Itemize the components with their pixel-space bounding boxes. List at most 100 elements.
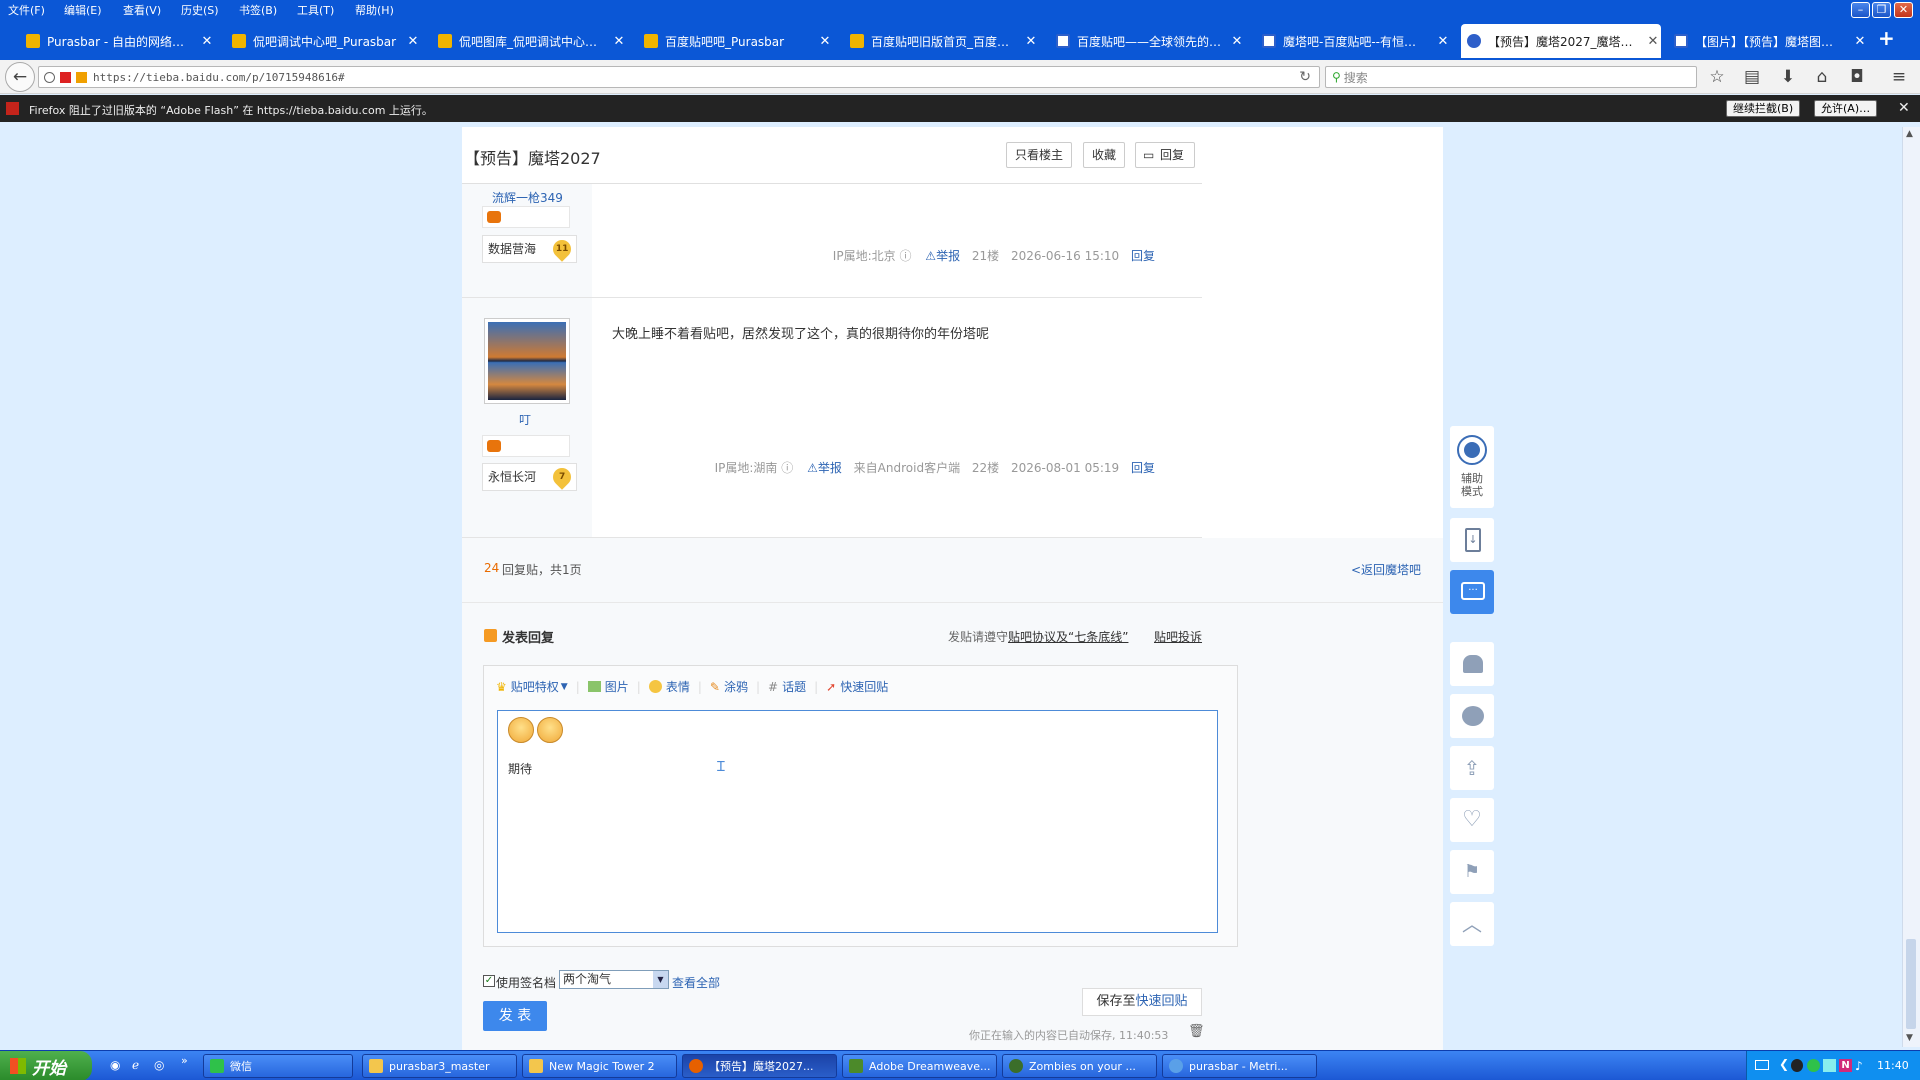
topic-button[interactable]: 话题 xyxy=(782,678,806,695)
tab-5[interactable]: 百度贴吧旧版首页_百度… ✕ xyxy=(844,24,1039,58)
menu-view[interactable]: 查看(V) xyxy=(123,2,161,18)
close-notification-icon[interactable]: ✕ xyxy=(1898,100,1910,116)
taskbar-item-wechat[interactable]: 微信 xyxy=(203,1054,353,1078)
close-tab-icon[interactable]: ✕ xyxy=(611,34,627,49)
onenote-icon[interactable]: N xyxy=(1839,1059,1852,1072)
reply-link[interactable]: 回复 xyxy=(1131,461,1155,475)
continue-block-button[interactable]: 继续拦截(B) xyxy=(1726,100,1801,117)
close-tab-icon[interactable]: ✕ xyxy=(1435,34,1451,49)
taskbar-item-game[interactable]: Zombies on your ... xyxy=(1002,1054,1157,1078)
chevron-more-icon[interactable]: » xyxy=(181,1054,188,1067)
reply-button[interactable]: ▭ 回复 xyxy=(1135,142,1195,168)
show-desktop-icon[interactable]: ◉ xyxy=(110,1058,120,1072)
minimize-button[interactable]: – xyxy=(1851,2,1870,18)
hamburger-menu-icon[interactable]: ≡ xyxy=(1888,67,1910,87)
help-circle-icon[interactable]: ⓘ xyxy=(899,249,911,263)
member-badge[interactable]: 永恒长河 7 xyxy=(482,463,577,491)
warning-icon[interactable] xyxy=(76,71,87,83)
pocket-icon[interactable]: ◘ xyxy=(1846,67,1868,87)
dropdown-arrow-icon[interactable]: ▼ xyxy=(561,682,568,692)
reply-link[interactable]: 回复 xyxy=(1131,249,1155,263)
close-tab-icon[interactable]: ✕ xyxy=(405,34,421,49)
close-window-button[interactable]: ✕ xyxy=(1894,2,1913,18)
back-button[interactable]: ← xyxy=(5,62,35,92)
qq-icon[interactable] xyxy=(1791,1059,1803,1072)
restore-button[interactable]: ❐ xyxy=(1872,2,1891,18)
network-icon[interactable] xyxy=(1823,1059,1836,1072)
allow-flash-button[interactable]: 允许(A)… xyxy=(1814,100,1878,117)
tab-9[interactable]: 【图片】【预告】魔塔图… ✕ xyxy=(1668,24,1868,58)
username-link[interactable]: 叮 xyxy=(519,411,531,428)
tab-7[interactable]: 魔塔吧-百度贴吧--有恒… ✕ xyxy=(1256,24,1451,58)
report-link[interactable]: 举报 xyxy=(818,461,842,475)
menu-edit[interactable]: 编辑(E) xyxy=(64,2,102,18)
new-tab-button[interactable]: + xyxy=(1878,26,1898,50)
taskbar-item-folder[interactable]: purasbar3_master xyxy=(362,1054,517,1078)
rules-link[interactable]: 贴吧协议及“七条底线” xyxy=(1008,630,1128,644)
member-badge[interactable]: 数据营海 11 xyxy=(482,235,577,263)
privilege-button[interactable]: 贴吧特权 xyxy=(511,678,559,695)
client-source[interactable]: 来自Android客户端 xyxy=(854,461,960,475)
only-op-button[interactable]: 只看楼主 xyxy=(1006,142,1072,168)
view-all-link[interactable]: 查看全部 xyxy=(672,974,720,991)
tab-1[interactable]: Purasbar - 自由的网络… ✕ xyxy=(20,24,215,58)
download-icon[interactable]: ⬇ xyxy=(1777,67,1799,87)
search-input[interactable]: ⚲ 搜索 xyxy=(1325,66,1697,88)
taskbar-item-metro[interactable]: purasbar - Metri... xyxy=(1162,1054,1317,1078)
trash-icon[interactable]: 🗑 xyxy=(1188,1024,1205,1039)
close-tab-icon[interactable]: ✕ xyxy=(1023,34,1039,49)
close-tab-icon[interactable]: ✕ xyxy=(817,34,833,49)
share-button[interactable]: ⇪ xyxy=(1450,746,1494,790)
help-circle-icon[interactable]: ⓘ xyxy=(781,461,793,475)
chevron-down-icon[interactable]: ▼ xyxy=(653,971,668,988)
ie-icon[interactable]: ℯ xyxy=(132,1058,139,1072)
volume-icon[interactable]: ♪ xyxy=(1855,1059,1863,1073)
search-engine-icon[interactable]: ⚲ xyxy=(1332,70,1341,84)
username-link[interactable]: 流辉一枪349 xyxy=(492,189,563,206)
tray-arrow-icon[interactable]: ❮ xyxy=(1779,1057,1789,1071)
tab-6[interactable]: 百度贴吧——全球领先的… ✕ xyxy=(1050,24,1245,58)
close-tab-icon[interactable]: ✕ xyxy=(199,34,215,49)
tab-4[interactable]: 百度贴吧吧_Purasbar ✕ xyxy=(638,24,833,58)
favorite-button[interactable]: 收藏 xyxy=(1083,142,1125,168)
report-link[interactable]: 举报 xyxy=(936,249,960,263)
scrollbar-thumb[interactable] xyxy=(1906,939,1916,1029)
bear-button[interactable] xyxy=(1450,694,1494,738)
start-button[interactable]: 开始 xyxy=(0,1051,92,1080)
info-icon[interactable] xyxy=(44,71,55,83)
page-scrollbar[interactable]: ▲ ▼ xyxy=(1902,127,1920,1047)
quicklaunch-icon[interactable]: ◎ xyxy=(154,1058,164,1072)
scroll-down-icon[interactable]: ▼ xyxy=(1906,1033,1913,1043)
url-text[interactable]: https://tieba.baidu.com/p/10715948616# xyxy=(93,71,345,84)
reload-icon[interactable]: ↻ xyxy=(1299,69,1311,85)
wechat-tray-icon[interactable] xyxy=(1807,1059,1820,1072)
tab-3[interactable]: 侃吧图库_侃吧调试中心… ✕ xyxy=(432,24,627,58)
menu-bookmarks[interactable]: 书签(B) xyxy=(239,2,277,18)
taskbar-item-folder[interactable]: New Magic Tower 2 xyxy=(522,1054,677,1078)
close-tab-icon[interactable]: ✕ xyxy=(1645,34,1661,49)
chat-button[interactable]: ··· xyxy=(1450,570,1494,614)
tab-2[interactable]: 侃吧调试中心吧_Purasbar ✕ xyxy=(226,24,421,58)
doodle-button[interactable]: 涂鸦 xyxy=(724,678,748,695)
magic-hat-button[interactable] xyxy=(1450,642,1494,686)
avatar[interactable] xyxy=(484,318,570,404)
back-to-forum-link[interactable]: <返回魔塔吧 xyxy=(1351,561,1421,578)
quick-reply-button[interactable]: 快速回贴 xyxy=(840,678,888,695)
submit-button[interactable]: 发 表 xyxy=(483,1001,547,1031)
close-tab-icon[interactable]: ✕ xyxy=(1852,34,1868,49)
taskbar-item-dreamweaver[interactable]: Adobe Dreamweave... xyxy=(842,1054,997,1078)
scroll-up-icon[interactable]: ▲ xyxy=(1906,129,1913,139)
tab-8-active[interactable]: 【预告】魔塔2027_魔塔… ✕ xyxy=(1461,24,1661,58)
bookmark-star-icon[interactable]: ☆ xyxy=(1706,67,1728,87)
download-app-button[interactable]: ↓ xyxy=(1450,518,1494,562)
signature-select[interactable]: 两个淘气 ▼ xyxy=(559,970,669,989)
complaint-link[interactable]: 贴吧投诉 xyxy=(1154,628,1202,645)
menu-help[interactable]: 帮助(H) xyxy=(355,2,394,18)
menu-history[interactable]: 历史(S) xyxy=(181,2,219,18)
reader-list-icon[interactable]: ▤ xyxy=(1741,67,1763,87)
save-quick-reply-button[interactable]: 保存至快速回贴 xyxy=(1082,988,1202,1016)
signature-checkbox[interactable]: ✓ xyxy=(483,975,495,987)
back-to-top-button[interactable]: ︿ xyxy=(1450,902,1494,946)
menu-tools[interactable]: 工具(T) xyxy=(297,2,334,18)
url-bar[interactable]: https://tieba.baidu.com/p/10715948616# ↻ xyxy=(38,66,1320,88)
